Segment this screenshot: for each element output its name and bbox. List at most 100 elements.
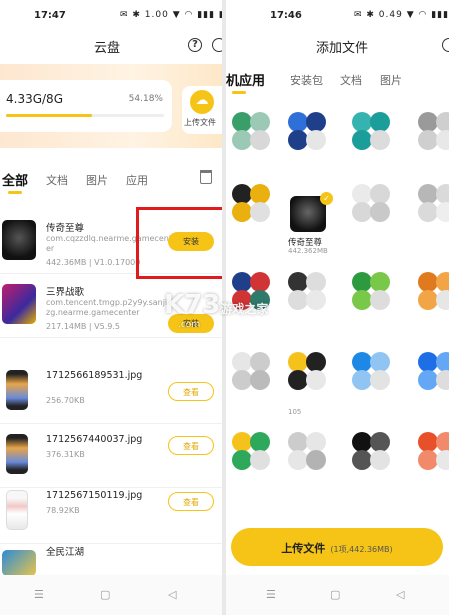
tab-documents[interactable]: 文档 [340,72,362,88]
app-icon-blob [370,130,390,150]
app-icon-blob [306,290,326,310]
app-item[interactable] [286,108,332,152]
app-icon-blob [250,184,270,204]
app-icon-blob [232,272,252,292]
app-icon-blob [436,370,449,390]
app-icon-blob [352,130,372,150]
page-title: 添加文件 [316,41,369,56]
image-thumbnail [6,434,28,474]
app-item[interactable] [416,180,449,224]
app-item[interactable] [230,428,276,472]
tab-apps[interactable]: 机应用 [226,70,265,94]
status-bar: 17:46 ✉ ✱ 0.49 ▼ ◠ ▮▮▮ ▮▮ 77 [226,0,449,32]
app-icon-blob [352,184,372,204]
app-icon-blob [288,432,308,452]
app-icon-blob [288,130,308,150]
app-icon-blob [306,432,326,452]
file-meta: 78.92KB [46,506,80,515]
app-item[interactable] [230,108,276,152]
game-app-icon [2,550,36,576]
app-icon-blob [250,352,270,372]
app-item[interactable] [416,268,449,312]
view-button[interactable]: 查看 [168,436,214,455]
app-item[interactable] [416,348,449,392]
file-row[interactable]: 1712566189531.jpg 256.70KB 查看 [0,362,222,424]
back-nav-icon[interactable]: ◁ [168,588,176,601]
file-meta: 256.70KB [46,396,85,405]
app-icon-blob [370,432,390,452]
home-nav-icon[interactable]: ▢ [100,588,110,601]
refresh-icon[interactable] [212,38,222,52]
app-icon-blob [436,130,449,150]
view-button[interactable]: 查看 [168,492,214,511]
app-icon-blob [436,112,449,132]
close-icon[interactable] [442,38,449,52]
status-bar: 17:47 ✉ ✱ 1.00 ▼ ◠ ▮▮▮ ▮▮ 77 [0,0,222,32]
watermark-domain: .com [178,320,201,330]
file-name: 传奇至尊 [46,223,85,234]
tab-images[interactable]: 图片 [86,172,108,188]
app-icon-blob [232,370,252,390]
app-item[interactable] [350,108,396,152]
app-icon-blob [352,290,372,310]
app-icon-blob [352,202,372,222]
app-icon-blob [232,352,252,372]
file-name: 1712567150119.jpg [46,490,143,501]
game-app-icon [2,220,36,260]
tab-packages[interactable]: 安装包 [290,72,323,88]
file-row[interactable]: 全民江湖 [0,540,222,576]
app-icon-blob [352,272,372,292]
file-meta: 217.14MB | V5.9.5 [46,322,120,331]
file-type-tabs: 机应用 安装包 文档 图片 [226,70,449,94]
upload-file-button[interactable]: ☁ 上传文件 [182,86,222,134]
app-icon-blob [436,272,449,292]
view-button[interactable]: 查看 [168,382,214,401]
app-icon-blob [370,352,390,372]
app-item[interactable] [350,428,396,472]
app-item[interactable] [230,348,276,392]
app-icon-blob [370,184,390,204]
app-item[interactable] [286,348,332,392]
app-item[interactable] [350,268,396,312]
app-icon-blob [250,112,270,132]
trash-icon[interactable] [200,170,212,184]
app-icon-blob [288,352,308,372]
back-nav-icon[interactable]: ◁ [396,588,404,601]
app-item[interactable] [230,180,276,224]
app-item[interactable] [416,108,449,152]
app-icon-blob [250,432,270,452]
app-item[interactable] [350,180,396,224]
status-time: 17:46 [270,10,302,21]
tab-apps[interactable]: 应用 [126,172,148,188]
help-icon[interactable]: ? [188,38,202,52]
menu-nav-icon[interactable]: ☰ [34,588,44,601]
app-icon-blob [370,112,390,132]
app-icon-blob [418,450,438,470]
app-icon-blob [288,290,308,310]
app-icon-blob [306,352,326,372]
selected-app-item[interactable]: ✓ 传奇至尊 442.362MB [284,192,336,262]
app-icon-blob [250,450,270,470]
app-icon-blob [370,450,390,470]
app-item[interactable] [286,268,332,312]
image-thumbnail [6,370,28,410]
app-item[interactable] [350,348,396,392]
app-icon-blob [250,370,270,390]
tab-images[interactable]: 图片 [380,72,402,88]
upload-file-label: 上传文件 [184,118,216,127]
app-icon-blob [250,130,270,150]
app-size: 105 [288,408,302,416]
file-row[interactable]: 1712567440037.jpg 376.31KB 查看 [0,426,222,488]
app-icon-blob [436,202,449,222]
tab-documents[interactable]: 文档 [46,172,68,188]
menu-nav-icon[interactable]: ☰ [266,588,276,601]
app-item[interactable] [416,428,449,472]
app-item[interactable] [286,428,332,472]
app-icon-blob [306,272,326,292]
tab-all[interactable]: 全部 [2,170,28,194]
app-icon-blob [306,130,326,150]
upload-file-button[interactable]: 上传文件 (1项,442.36MB) [231,528,443,566]
home-nav-icon[interactable]: ▢ [330,588,340,601]
file-row[interactable]: 1712567150119.jpg 78.92KB 查看 [0,482,222,544]
app-icon-blob [232,432,252,452]
